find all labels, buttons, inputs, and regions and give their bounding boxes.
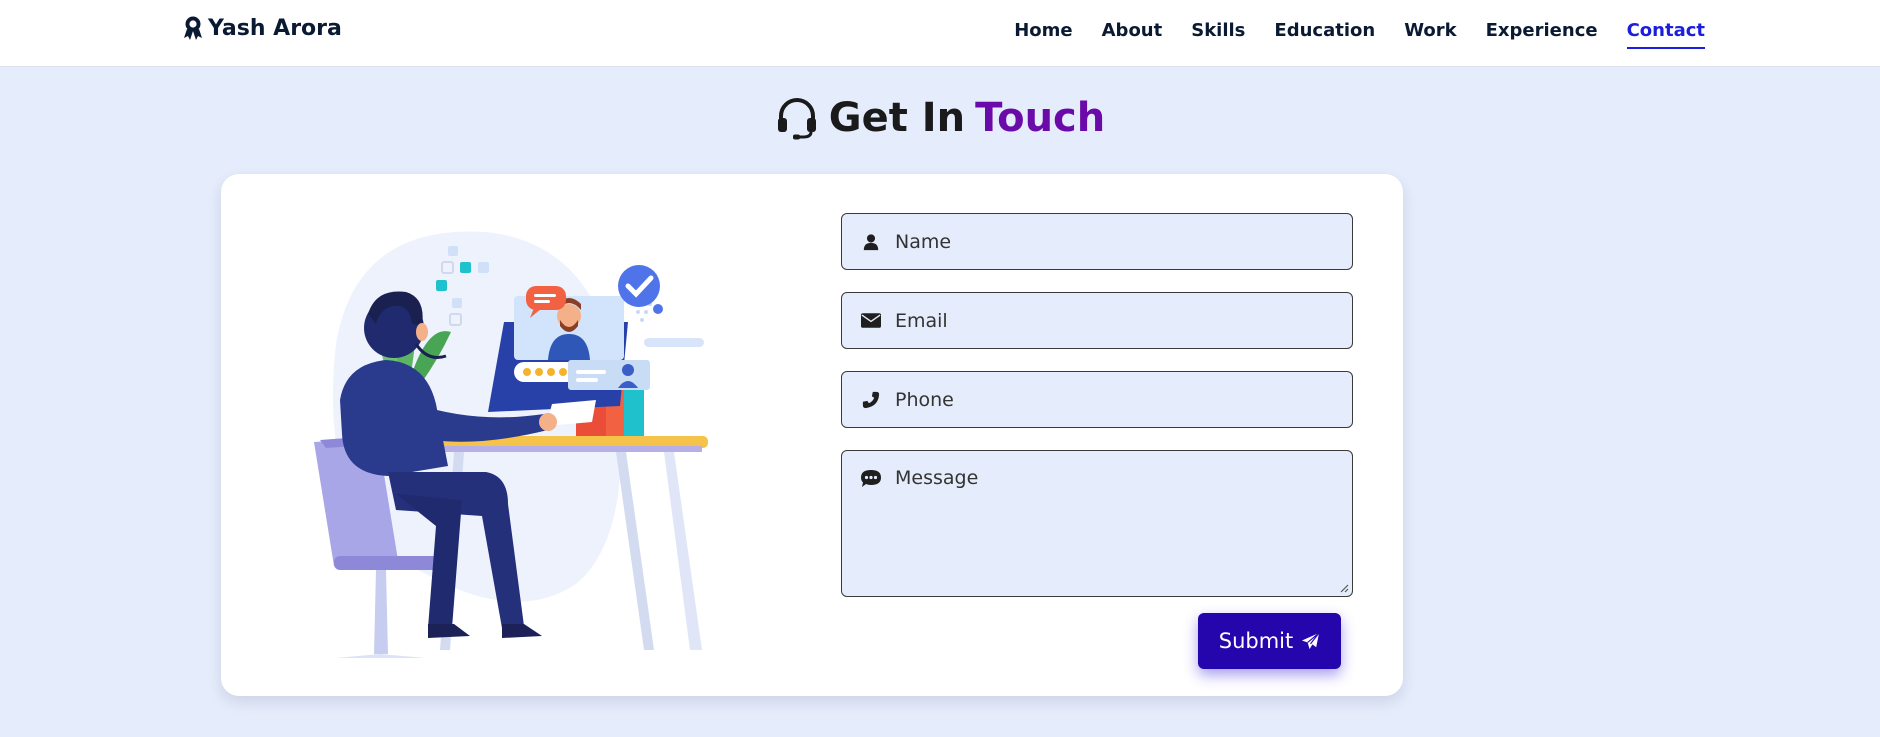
submit-button[interactable]: Submit: [1198, 613, 1341, 669]
section-title: Get In Touch: [0, 95, 1880, 141]
submit-label: Submit: [1218, 629, 1294, 653]
nav-work[interactable]: Work: [1404, 20, 1456, 49]
title-main: Get In: [828, 95, 966, 141]
nav-about[interactable]: About: [1102, 20, 1163, 49]
nav-experience[interactable]: Experience: [1486, 20, 1598, 49]
email-field[interactable]: [841, 292, 1353, 349]
contact-illustration: [314, 231, 708, 658]
nav-education[interactable]: Education: [1274, 20, 1375, 49]
nav-contact[interactable]: Contact: [1626, 20, 1705, 49]
message-field[interactable]: [841, 450, 1353, 597]
nav-menu: Home About Skills Education Work Experie…: [1014, 20, 1705, 49]
user-icon: [860, 231, 882, 253]
contact-card: Submit: [221, 174, 1403, 696]
title-accent: Touch: [975, 95, 1106, 141]
headset-icon: [777, 98, 816, 140]
brand-logo[interactable]: Yash Arora: [182, 15, 342, 41]
comment-dots-icon: [860, 468, 882, 490]
name-input[interactable]: [842, 214, 1352, 269]
envelope-icon: [860, 310, 882, 332]
name-field[interactable]: [841, 213, 1353, 270]
nav-skills[interactable]: Skills: [1191, 20, 1245, 49]
navbar: Yash Arora Home About Skills Education W…: [0, 0, 1880, 67]
resize-grip-icon[interactable]: [1339, 583, 1349, 593]
phone-field[interactable]: [841, 371, 1353, 428]
phone-input[interactable]: [842, 372, 1352, 427]
email-input[interactable]: [842, 293, 1352, 348]
brand-name: Yash Arora: [208, 15, 342, 41]
nav-home[interactable]: Home: [1014, 20, 1072, 49]
message-input[interactable]: [842, 451, 1352, 596]
paper-plane-icon: [1302, 632, 1320, 649]
award-badge-icon: [184, 16, 202, 40]
phone-icon: [860, 389, 882, 411]
